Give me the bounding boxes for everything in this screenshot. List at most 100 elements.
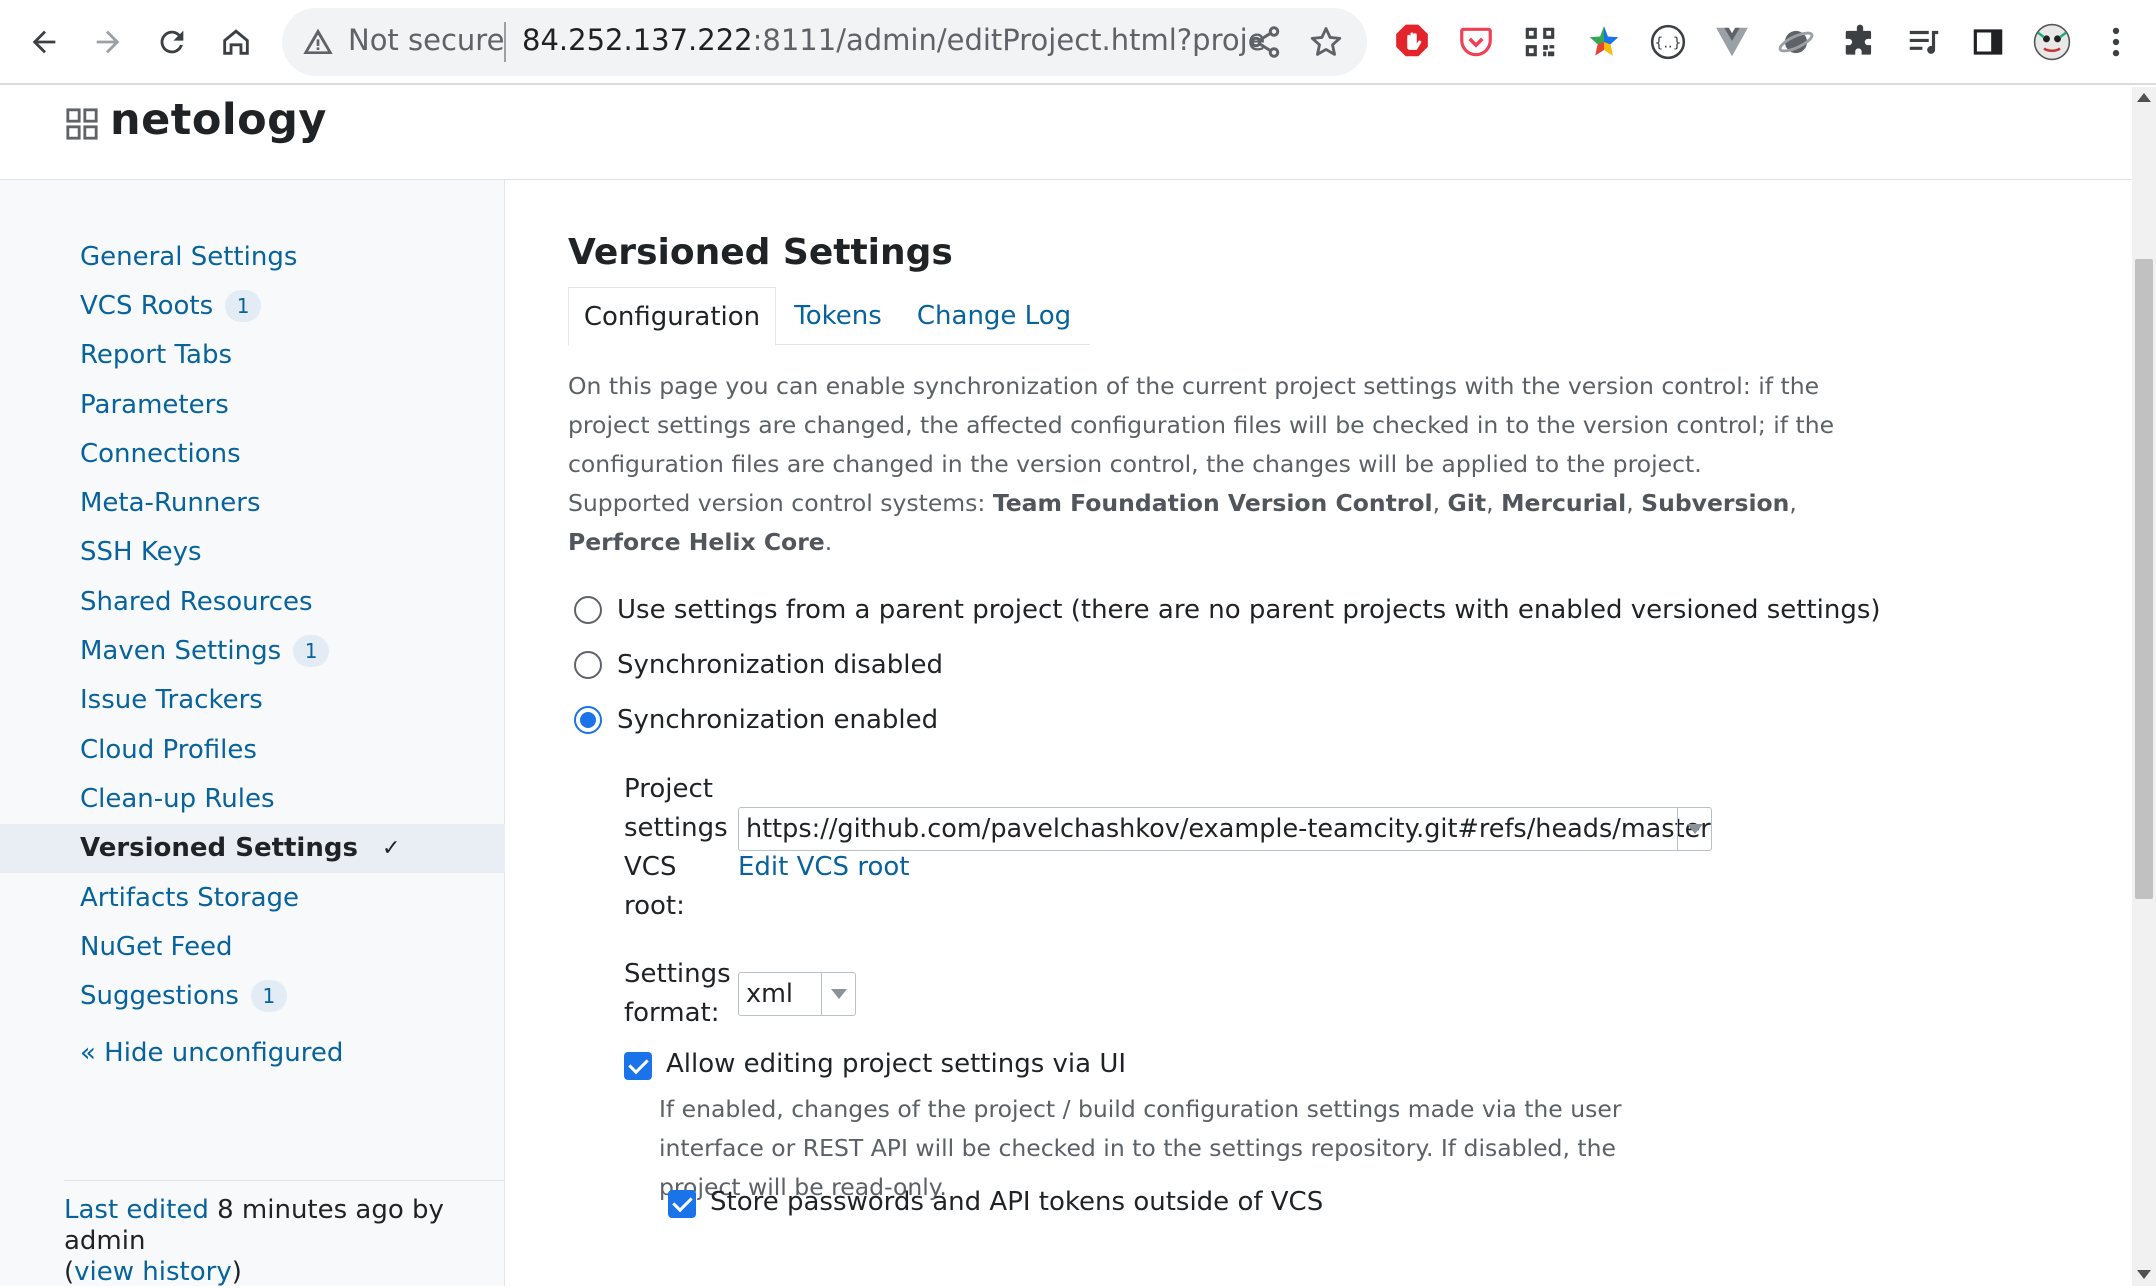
address-bar[interactable]: Not secure 84.252.137.222:8111/admin/edi… — [282, 8, 1367, 76]
chevron-down-icon[interactable] — [1677, 808, 1711, 850]
sidebar-item-parameters[interactable]: Parameters — [0, 380, 505, 429]
security-label[interactable]: Not secure — [348, 23, 504, 57]
qr-extension[interactable] — [1518, 20, 1562, 64]
vcs-root-value: https://github.com/pavelchashkov/example… — [746, 814, 1711, 844]
sidebar-item-connections[interactable]: Connections — [0, 429, 505, 478]
home-icon — [223, 29, 249, 55]
sidebar-item-label[interactable]: Clean-up Rules — [80, 784, 275, 814]
planet-extension[interactable] — [1774, 20, 1818, 64]
parent-settings-label[interactable]: Use settings from a parent project (ther… — [617, 595, 1881, 625]
vcs-tfvc: Team Foundation Version Control — [992, 489, 1433, 517]
profile-button[interactable] — [2030, 20, 2074, 64]
json-extension[interactable]: {..} — [1646, 20, 1690, 64]
sync-disabled-label[interactable]: Synchronization disabled — [617, 650, 943, 680]
vcs-subversion: Subversion — [1641, 489, 1790, 517]
side-panel-button[interactable] — [1966, 20, 2010, 64]
sidebar-item-report-tabs[interactable]: Report Tabs — [0, 331, 505, 380]
vue-extension[interactable] — [1710, 20, 1754, 64]
edit-vcs-root-link[interactable]: Edit VCS root — [738, 852, 909, 882]
forward-button[interactable] — [80, 14, 136, 70]
bookmark-star-icon[interactable] — [1307, 23, 1345, 61]
browser-menu-button[interactable] — [2094, 20, 2138, 64]
sidebar-item-label[interactable]: Artifacts Storage — [80, 883, 299, 913]
store-passwords-label[interactable]: Store passwords and API tokens outside o… — [710, 1187, 1323, 1217]
sync-enabled-radio[interactable] — [574, 706, 602, 734]
sidebar-item-cloud-profiles[interactable]: Cloud Profiles — [0, 725, 505, 774]
url-text[interactable]: 84.252.137.222:8111/admin/editProject.ht… — [522, 23, 1267, 57]
omnibox-divider — [504, 22, 506, 62]
sidebar-item-issue-trackers[interactable]: Issue Trackers — [0, 676, 505, 725]
url-path: :8111/admin/editProject.html?project... — [752, 23, 1267, 57]
sidebar-item-label[interactable]: Connections — [80, 439, 241, 469]
chevron-down-icon[interactable] — [821, 973, 855, 1015]
grid-icon[interactable] — [65, 107, 99, 141]
sidebar-item-shared-resources[interactable]: Shared Resources — [0, 577, 505, 626]
app-header: netology — [0, 87, 2132, 180]
settings-format-select[interactable]: xml — [738, 972, 856, 1016]
view-history-link[interactable]: view history — [74, 1257, 232, 1287]
project-name[interactable]: netology — [110, 95, 327, 145]
sidebar-item-label[interactable]: Shared Resources — [80, 587, 313, 617]
allow-editing-checkbox[interactable] — [624, 1052, 652, 1080]
vcs-mercurial: Mercurial — [1501, 489, 1627, 517]
sidebar-item-label[interactable]: Versioned Settings — [80, 833, 358, 863]
color-extension[interactable] — [1582, 20, 1626, 64]
sidebar-item-label[interactable]: VCS Roots — [80, 291, 213, 321]
sidebar-item-nuget-feed[interactable]: NuGet Feed — [0, 922, 505, 971]
checkmark-icon: ✓ — [381, 835, 401, 861]
sidebar-item-label[interactable]: Issue Trackers — [80, 685, 263, 715]
sidebar-item-clean-up-rules[interactable]: Clean-up Rules — [0, 774, 505, 823]
sidebar-item-label[interactable]: Meta-Runners — [80, 488, 261, 518]
sidebar-item-label[interactable]: SSH Keys — [80, 537, 202, 567]
sidebar-item-ssh-keys[interactable]: SSH Keys — [0, 528, 505, 577]
parent-settings-radio[interactable] — [574, 596, 602, 624]
reload-button[interactable] — [144, 14, 200, 70]
adblock-extension[interactable] — [1390, 20, 1434, 64]
arrow-right-icon — [96, 30, 120, 54]
sidebar-item-label[interactable]: Parameters — [80, 390, 229, 420]
option-sync-disabled[interactable]: Synchronization disabled — [574, 650, 943, 680]
tab-tokens[interactable]: Tokens — [776, 287, 900, 345]
sidebar-item-artifacts-storage[interactable]: Artifacts Storage — [0, 873, 505, 922]
sync-enabled-label[interactable]: Synchronization enabled — [617, 705, 938, 735]
description: On this page you can enable synchronizat… — [568, 372, 1835, 556]
last-edited-link[interactable]: Last edited — [64, 1195, 209, 1225]
sidebar-item-label[interactable]: NuGet Feed — [80, 932, 233, 962]
last-edited-info: Last edited 8 minutes ago by admin (view… — [64, 1195, 504, 1288]
option-parent-settings[interactable]: Use settings from a parent project (ther… — [574, 595, 1881, 625]
sidebar-item-versioned-settings[interactable]: Versioned Settings ✓ — [0, 823, 505, 873]
kebab-menu-icon — [2112, 27, 2120, 57]
sidebar-item-label[interactable]: Maven Settings — [80, 636, 281, 666]
sync-disabled-radio[interactable] — [574, 651, 602, 679]
pocket-extension[interactable] — [1454, 20, 1498, 64]
sidebar-item-maven-settings[interactable]: Maven Settings 1 — [0, 626, 505, 675]
sidebar-item-suggestions[interactable]: Suggestions 1 — [0, 971, 505, 1020]
sidebar-item-label[interactable]: Suggestions — [80, 981, 239, 1011]
home-button[interactable] — [208, 14, 264, 70]
scroll-up-arrow-icon[interactable] — [2137, 93, 2151, 102]
tab-change-log[interactable]: Change Log — [902, 287, 1086, 345]
sidebar-item-vcs-roots[interactable]: VCS Roots 1 — [0, 281, 505, 330]
description-text: On this page you can enable synchronizat… — [568, 372, 1835, 478]
tab-configuration[interactable]: Configuration — [568, 287, 776, 346]
sidebar-item-label[interactable]: Report Tabs — [80, 340, 232, 370]
back-button[interactable] — [16, 14, 72, 70]
extensions-button[interactable] — [1838, 20, 1882, 64]
option-sync-enabled[interactable]: Synchronization enabled — [574, 705, 938, 735]
scroll-down-arrow-icon[interactable] — [2137, 1270, 2151, 1279]
share-icon[interactable] — [1247, 24, 1283, 60]
page-title: Versioned Settings — [568, 232, 953, 273]
sidebar-item-meta-runners[interactable]: Meta-Runners — [0, 478, 505, 527]
media-controls-button[interactable] — [1902, 20, 1946, 64]
vcs-git: Git — [1447, 489, 1487, 517]
sidebar-item-general-settings[interactable]: General Settings — [0, 232, 505, 281]
allow-editing-label[interactable]: Allow editing project settings via UI — [666, 1049, 1126, 1079]
json-braces-icon: {..} — [1650, 24, 1686, 60]
sidebar-item-label[interactable]: General Settings — [80, 242, 297, 272]
scroll-thumb[interactable] — [2135, 259, 2153, 899]
sidebar-item-label[interactable]: Cloud Profiles — [80, 735, 257, 765]
vcs-root-select[interactable]: https://github.com/pavelchashkov/example… — [738, 807, 1712, 851]
hide-unconfigured-link[interactable]: « Hide unconfigured — [80, 1038, 343, 1068]
page-scrollbar[interactable] — [2132, 87, 2156, 1286]
store-passwords-checkbox[interactable] — [668, 1190, 696, 1218]
